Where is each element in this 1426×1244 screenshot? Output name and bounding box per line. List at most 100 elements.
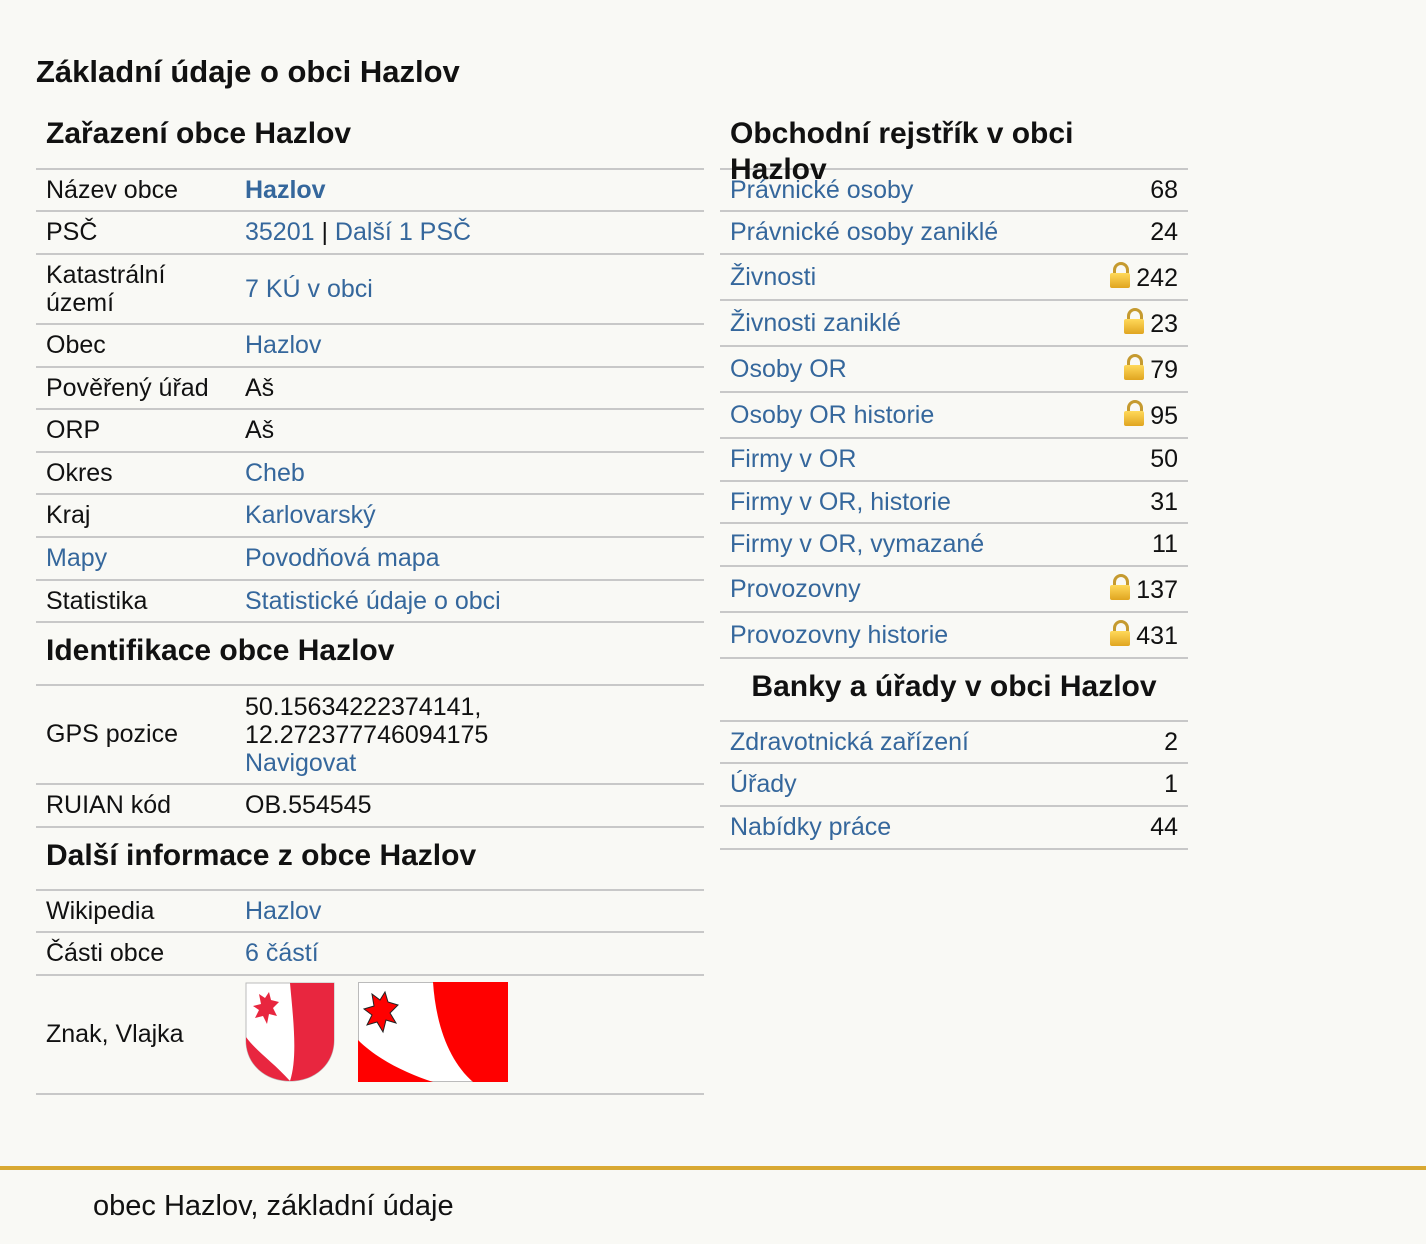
left-column: Zařazení obce Hazlov Název obce Hazlov P… (36, 116, 704, 1095)
row-label: RUIAN kód (36, 784, 235, 828)
table-row: Firmy v OR 50 (720, 438, 1188, 482)
table-row: Statistika Statistické údaje o obci (36, 580, 704, 623)
registr-link[interactable]: Osoby OR historie (730, 401, 934, 429)
banky-table: Zdravotnická zařízení 2 Úřady 1 Nabídky pr… (720, 720, 1188, 850)
registr-count: 23 (1150, 309, 1178, 338)
banky-link[interactable]: Nabídky práce (730, 813, 891, 841)
banky-count: 44 (1115, 806, 1188, 850)
banky-link[interactable]: Zdravotnická zařízení (730, 728, 969, 756)
registr-link[interactable]: Provozovny historie (730, 621, 948, 649)
page-title: Základní údaje o obci Hazlov (36, 54, 460, 89)
table-row: Provozovny historie 431 (720, 612, 1188, 659)
registr-link[interactable]: Osoby OR (730, 355, 847, 383)
table-row: PSČ 35201 | Další 1 PSČ (36, 211, 704, 255)
registr-count: 31 (1078, 481, 1188, 524)
table-row: Kraj Karlovarský (36, 494, 704, 538)
navigovat-link[interactable]: Navigovat (245, 749, 356, 777)
table-row: Zdravotnická zařízení 2 (720, 720, 1188, 764)
registr-link[interactable]: Firmy v OR, historie (730, 488, 951, 516)
table-row: Úřady 1 (720, 763, 1188, 807)
row-label: Statistika (36, 580, 235, 623)
banky-link[interactable]: Úřady (730, 770, 797, 798)
row-label: PSČ (36, 211, 235, 255)
registr-link[interactable]: Firmy v OR (730, 445, 856, 473)
row-label: Název obce (36, 168, 235, 212)
lock-icon (1124, 399, 1145, 426)
registr-count: 24 (1078, 211, 1188, 255)
section-title-zarazeni: Zařazení obce Hazlov (46, 117, 352, 150)
obec-name-link[interactable]: Hazlov (245, 176, 326, 204)
registr-link[interactable]: Živnosti zaniklé (730, 309, 901, 337)
registr-link[interactable]: Firmy v OR, vymazané (730, 530, 984, 558)
lock-icon (1110, 261, 1131, 288)
row-label: Části obce (36, 932, 235, 976)
mapy-link[interactable]: Mapy (46, 544, 107, 572)
registr-count: 431 (1136, 621, 1178, 650)
obec-link[interactable]: Hazlov (245, 331, 321, 359)
registr-count: 68 (1078, 168, 1188, 212)
table-row: ORP Aš (36, 409, 704, 453)
row-label: Katastrální území (36, 254, 235, 325)
lock-icon (1124, 307, 1145, 334)
banky-count: 1 (1115, 763, 1188, 807)
table-row: Živnosti zaniklé 23 (720, 300, 1188, 347)
wikipedia-link[interactable]: Hazlov (245, 897, 321, 925)
banky-count: 2 (1115, 720, 1188, 764)
table-row: Části obce 6 částí (36, 932, 704, 976)
statistika-link[interactable]: Statistické údaje o obci (245, 587, 501, 615)
table-row: Firmy v OR, historie 31 (720, 481, 1188, 524)
ruian-value: OB.554545 (235, 784, 704, 828)
table-row: Osoby OR historie 95 (720, 392, 1188, 439)
row-value: Aš (235, 409, 704, 453)
footer: obec Hazlov, základní údaje (0, 1166, 1426, 1244)
row-label: Pověřený úřad (36, 367, 235, 410)
row-label: ORP (36, 409, 235, 453)
dalsi-table: Wikipedia Hazlov Části obce 6 částí Znak… (36, 889, 704, 1095)
right-column: Obchodní rejstřík v obci Hazlov Právnick… (720, 116, 1188, 850)
section-title-registr: Obchodní rejstřík v obci Hazlov (730, 117, 1074, 186)
table-row: Právnické osoby zaniklé 24 (720, 211, 1188, 255)
table-row: Znak, Vlajka (36, 975, 704, 1095)
gps-latitude: 50.15634222374141, (245, 692, 482, 721)
row-label: Okres (36, 452, 235, 495)
section-title-banky: Banky a úřady v obci Hazlov (751, 670, 1157, 703)
casti-obce-link[interactable]: 6 částí (245, 939, 319, 967)
registr-count: 50 (1078, 438, 1188, 482)
flag-image[interactable] (357, 981, 508, 1082)
lock-icon (1124, 353, 1145, 380)
psc-link[interactable]: 35201 (245, 218, 315, 246)
row-label: Obec (36, 324, 235, 368)
table-row: Mapy Povodňová mapa (36, 537, 704, 581)
psc-more-link[interactable]: Další 1 PSČ (335, 218, 471, 246)
registr-table: Právnické osoby 68 Právnické osoby zanikl… (720, 168, 1188, 659)
table-row: Wikipedia Hazlov (36, 889, 704, 933)
okres-link[interactable]: Cheb (245, 459, 305, 487)
lock-icon (1110, 573, 1131, 600)
ku-link[interactable]: 7 KÚ v obci (245, 275, 373, 303)
identifikace-table: GPS pozice 50.15634222374141, 12.2723777… (36, 684, 704, 828)
table-row: Katastrální území 7 KÚ v obci (36, 254, 704, 325)
table-row: Osoby OR 79 (720, 346, 1188, 393)
row-label: GPS pozice (36, 684, 235, 785)
table-row: Právnické osoby 68 (720, 168, 1188, 212)
registr-count: 242 (1136, 263, 1178, 292)
registr-link[interactable]: Živnosti (730, 263, 816, 291)
table-row: RUIAN kód OB.554545 (36, 784, 704, 828)
footer-text: obec Hazlov, základní údaje (93, 1190, 454, 1222)
table-row: Živnosti 242 (720, 254, 1188, 301)
table-row: Provozovny 137 (720, 566, 1188, 613)
row-value: Aš (235, 367, 704, 410)
psc-separator: | (314, 218, 335, 246)
registr-link[interactable]: Právnické osoby zaniklé (730, 218, 998, 246)
registr-link[interactable]: Právnické osoby (730, 176, 913, 204)
row-label: Kraj (36, 494, 235, 538)
row-label: Znak, Vlajka (36, 975, 235, 1095)
povodnova-mapa-link[interactable]: Povodňová mapa (245, 544, 440, 572)
registr-count: 11 (1078, 523, 1188, 567)
table-row: Obec Hazlov (36, 324, 704, 368)
coat-of-arms-image[interactable] (245, 982, 335, 1082)
registr-link[interactable]: Provozovny (730, 575, 861, 603)
zarazeni-table: Název obce Hazlov PSČ 35201 | Další 1 PS… (36, 168, 704, 623)
table-row: Nabídky práce 44 (720, 806, 1188, 850)
kraj-link[interactable]: Karlovarský (245, 501, 376, 529)
